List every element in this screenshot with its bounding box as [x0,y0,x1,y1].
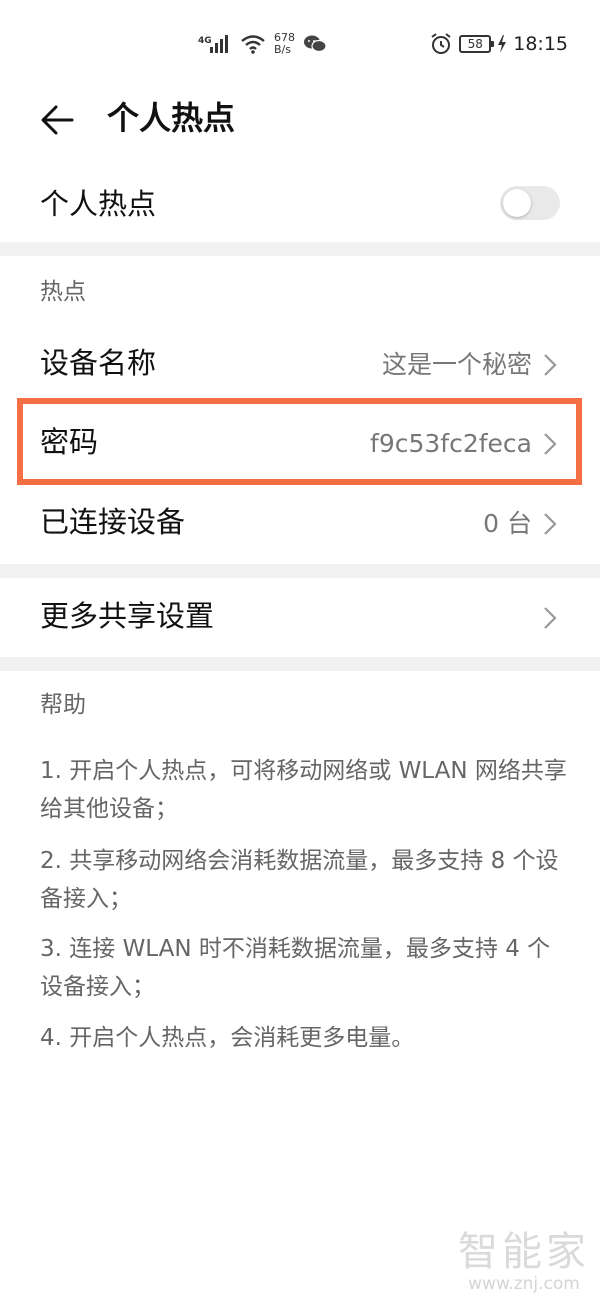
help-item: 3. 连接 WLAN 时不消耗数据流量，最多支持 4 个设备接入； [40,936,551,1000]
device-name-label: 设备名称 [40,346,157,380]
battery-indicator: 58 [459,35,495,53]
section-header-hotspot: 热点 [40,279,86,305]
speed-unit: B/s [274,43,291,56]
chevron-right-icon [544,607,557,629]
watermark-name: 智能家 [458,1229,590,1275]
wechat-icon [304,35,327,53]
chevron-right-icon [544,354,557,376]
cellular-signal-icon: 4G [198,35,228,53]
status-bar: 4G 678 B/s 58 18:15 [0,0,600,88]
device-name-value: 这是一个秘密 [381,350,532,379]
device-name-row[interactable]: 设备名称 这是一个秘密 [0,325,600,405]
section-divider [0,657,600,671]
status-icons-left: 4G 678 B/s [198,28,327,60]
watermark-url: www.znj.com [468,1274,580,1294]
section-header-help: 帮助 [40,692,86,718]
network-type: 4G [198,36,212,46]
network-speed: 678 B/s [274,32,295,56]
toggle-knob [503,189,531,217]
help-item: 1. 开启个人热点，可将移动网络或 WLAN 网络共享给其他设备； [40,758,567,822]
charging-icon [498,35,507,53]
hotspot-toggle-row[interactable]: 个人热点 [0,160,600,242]
help-item: 4. 开启个人热点，会消耗更多电量。 [40,1025,415,1051]
section-divider [0,242,600,256]
section-divider [0,564,600,578]
status-icons-right: 58 18:15 [429,28,568,60]
alarm-icon [431,33,451,54]
chevron-right-icon [544,513,557,535]
more-sharing-label: 更多共享设置 [40,599,215,633]
page-title: 个人热点 [107,99,236,137]
back-button[interactable] [38,100,78,140]
connected-devices-label: 已连接设备 [40,505,186,539]
title-bar: 个人热点 [0,88,600,150]
highlight-annotation-box [17,398,582,485]
watermark-logo: 智能家 www.znj.com [458,1230,590,1294]
wifi-icon [241,35,265,54]
help-item: 2. 共享移动网络会消耗数据流量，最多支持 8 个设备接入； [40,848,559,912]
connected-devices-value: 0 台 [483,509,532,538]
hotspot-toggle-label: 个人热点 [40,187,157,221]
more-sharing-row[interactable]: 更多共享设置 [0,578,600,658]
arrow-left-icon [41,105,74,135]
connected-devices-row[interactable]: 已连接设备 0 台 [0,484,600,564]
hotspot-toggle-switch[interactable] [500,186,560,220]
clock: 18:15 [513,33,568,55]
